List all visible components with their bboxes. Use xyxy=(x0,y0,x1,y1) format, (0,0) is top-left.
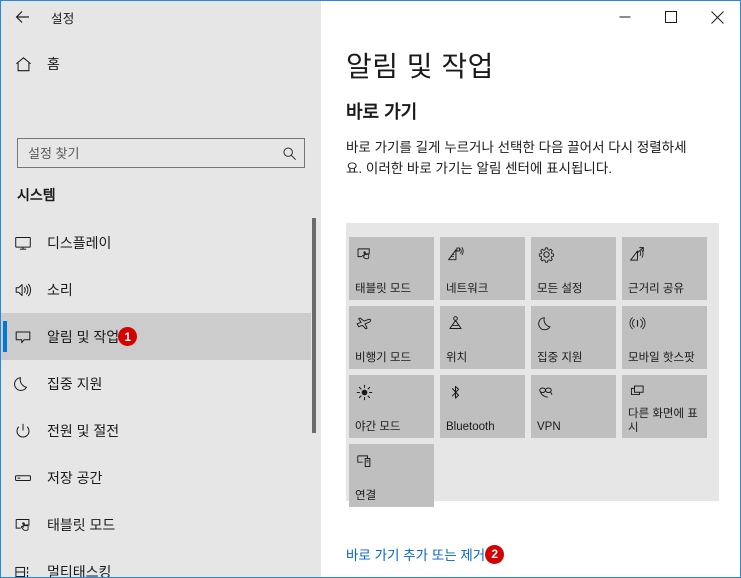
back-arrow-icon xyxy=(14,8,32,26)
quick-actions-grid: 태블릿 모드 네트워크 모든 설정 근거리 공유 비행기 모드 위치 집중 지원… xyxy=(349,237,717,513)
quick-action-tile-network[interactable]: 네트워크 xyxy=(440,237,525,300)
sidebar-item-focus-assist[interactable]: 집중 지원 xyxy=(1,360,311,407)
notification-icon xyxy=(1,327,45,347)
sidebar-item-display[interactable]: 디스플레이 xyxy=(1,219,311,266)
back-button[interactable] xyxy=(1,1,45,33)
quick-action-label: 위치 xyxy=(446,351,468,364)
home-label: 홈 xyxy=(47,56,60,72)
quick-action-label: 네트워크 xyxy=(446,282,489,295)
sidebar-item-label: 집중 지원 xyxy=(47,375,103,392)
bluetooth-icon xyxy=(446,380,520,404)
sidebar-item-notifications-and-actions[interactable]: 알림 및 작업 1 xyxy=(1,313,311,360)
status-badge-2: 2 xyxy=(485,544,505,564)
quick-action-tile-all-settings[interactable]: 모든 설정 xyxy=(531,237,616,300)
power-icon xyxy=(1,421,45,441)
sidebar-item-label: 태블릿 모드 xyxy=(47,516,116,533)
section-heading: 바로 가기 xyxy=(346,102,418,122)
title-bar-left: 설정 xyxy=(1,1,321,33)
sidebar-item-home[interactable]: 홈 xyxy=(1,45,301,83)
sidebar-item-label: 소리 xyxy=(47,281,73,298)
quick-action-label: 근거리 공유 xyxy=(628,282,685,295)
sidebar-scrollbar[interactable] xyxy=(312,218,316,433)
quick-action-label: 야간 모드 xyxy=(355,420,401,433)
sidebar-item-storage[interactable]: 저장 공간 xyxy=(1,454,311,501)
sidebar-item-sound[interactable]: 소리 xyxy=(1,266,311,313)
search-input[interactable] xyxy=(18,145,274,161)
page-title: 알림 및 작업 xyxy=(346,51,494,82)
quick-action-tile-vpn[interactable]: VPN xyxy=(531,375,616,438)
sidebar-item-label: 알림 및 작업 xyxy=(47,328,120,345)
sidebar-nav-list: 디스플레이 소리 알림 및 작업 1 집중 지원 전원 및 절전 저장 공간 태… xyxy=(1,219,311,577)
sidebar-item-multitasking[interactable]: 멀티태스킹 xyxy=(1,548,311,577)
maximize-icon xyxy=(665,11,677,23)
connect-icon xyxy=(355,449,429,473)
quick-actions-container: 태블릿 모드 네트워크 모든 설정 근거리 공유 비행기 모드 위치 집중 지원… xyxy=(346,223,719,507)
settings-window: 설정 홈 설정 찾기 시스템 디스플레이 소리 알림 및 작업 1 집중 지원 … xyxy=(0,0,741,578)
sidebar-item-label: 디스플레이 xyxy=(47,234,112,251)
sidebar-item-label: 멀티태스킹 xyxy=(47,563,112,578)
add-remove-shortcuts-link[interactable]: 바로 가기 추가 또는 제거 xyxy=(346,544,485,564)
window-controls xyxy=(602,1,740,33)
selection-accent-bar xyxy=(3,321,7,352)
main-content: 알림 및 작업 바로 가기 바로 가기를 길게 누르거나 선택한 다음 끌어서 … xyxy=(321,33,740,577)
tablet-mode-icon xyxy=(355,242,429,266)
gear-icon xyxy=(537,242,611,266)
multitasking-icon xyxy=(1,562,45,578)
sidebar-item-power-and-sleep[interactable]: 전원 및 절전 xyxy=(1,407,311,454)
speaker-icon xyxy=(1,280,45,300)
quick-action-label: 연결 xyxy=(355,489,377,502)
quick-action-tile-focus-assist[interactable]: 집중 지원 xyxy=(531,306,616,369)
storage-icon xyxy=(1,468,45,488)
quick-action-label: 집중 지원 xyxy=(537,351,583,364)
quick-action-tile-mobile-hotspot[interactable]: 모바일 핫스팟 xyxy=(622,306,707,369)
quick-action-label: 모든 설정 xyxy=(537,282,583,295)
quick-action-label: 다른 화면에 표시 xyxy=(628,408,698,434)
home-icon xyxy=(1,55,45,74)
quick-action-tile-night-light[interactable]: 야간 모드 xyxy=(349,375,434,438)
sidebar-section-title: 시스템 xyxy=(17,187,56,203)
quick-action-tile-location[interactable]: 위치 xyxy=(440,306,525,369)
moon-icon xyxy=(1,374,45,394)
search-icon[interactable] xyxy=(274,139,304,167)
quick-action-tile-bluetooth[interactable]: Bluetooth xyxy=(440,375,525,438)
airplane-icon xyxy=(355,311,429,335)
network-icon xyxy=(446,242,520,266)
status-badge-1: 1 xyxy=(118,327,138,346)
quick-action-label: 태블릿 모드 xyxy=(355,282,412,295)
sidebar-item-tablet-mode[interactable]: 태블릿 모드 xyxy=(1,501,311,548)
quick-action-tile-nearby-share[interactable]: 근거리 공유 xyxy=(622,237,707,300)
sidebar-item-label: 전원 및 절전 xyxy=(47,422,120,439)
title-bar: 설정 xyxy=(1,1,740,33)
minimize-button[interactable] xyxy=(602,1,648,33)
brightness-icon xyxy=(355,380,429,404)
monitor-icon xyxy=(1,233,45,253)
moon-icon xyxy=(537,311,611,335)
quick-action-tile-airplane-mode[interactable]: 비행기 모드 xyxy=(349,306,434,369)
maximize-button[interactable] xyxy=(648,1,694,33)
quick-action-label: VPN xyxy=(537,420,561,433)
quick-action-label: Bluetooth xyxy=(446,420,495,433)
search-box[interactable] xyxy=(17,138,305,168)
sidebar-item-label: 저장 공간 xyxy=(47,469,103,486)
nearby-share-icon xyxy=(628,242,702,266)
project-icon xyxy=(628,380,702,404)
quick-action-tile-project[interactable]: 다른 화면에 표시 xyxy=(622,375,707,438)
hotspot-icon xyxy=(628,311,702,335)
sidebar: 홈 시스템 디스 xyxy=(1,33,321,577)
quick-action-label: 비행기 모드 xyxy=(355,351,412,364)
quick-action-label: 모바일 핫스팟 xyxy=(628,351,695,364)
app-title: 설정 xyxy=(51,11,75,26)
quick-action-tile-tablet-mode[interactable]: 태블릿 모드 xyxy=(349,237,434,300)
tablet-mode-icon xyxy=(1,515,45,535)
minimize-icon xyxy=(619,11,631,23)
add-remove-shortcuts-row: 바로 가기 추가 또는 제거 2 xyxy=(346,544,505,564)
quick-action-tile-connect[interactable]: 연결 xyxy=(349,444,434,507)
close-icon xyxy=(710,10,724,24)
location-icon xyxy=(446,311,520,335)
section-description: 바로 가기를 길게 누르거나 선택한 다음 끌어서 다시 정렬하세요. 이러한 … xyxy=(346,140,687,176)
vpn-icon xyxy=(537,380,611,404)
close-button[interactable] xyxy=(694,1,740,33)
